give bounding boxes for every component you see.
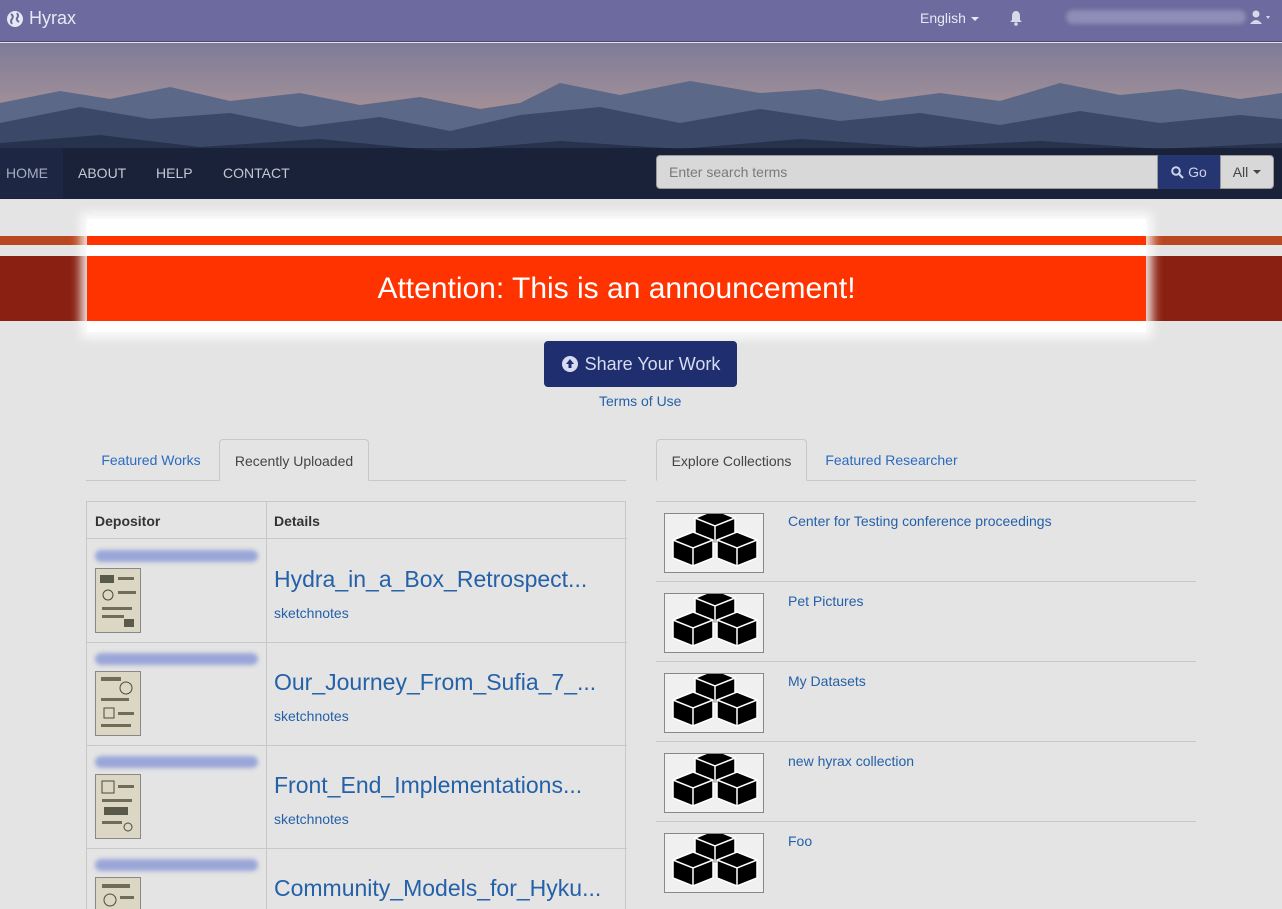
search-icon bbox=[1171, 165, 1184, 179]
cubes-icon[interactable] bbox=[664, 513, 764, 573]
column-divider bbox=[266, 502, 267, 909]
depositor-email-redacted[interactable] bbox=[95, 653, 258, 665]
table-row: Our_Journey_From_Sufia_7_... sketchnotes bbox=[87, 643, 627, 746]
collection-item: My Datasets bbox=[656, 661, 1196, 741]
tab-featured-researcher[interactable]: Featured Researcher bbox=[810, 439, 973, 481]
recent-uploads-table: Depositor Details Hydra_in_a_Box_Retrosp… bbox=[86, 501, 627, 909]
depositor-email-redacted[interactable] bbox=[95, 550, 258, 562]
table-row: Community_Models_for_Hyku... bbox=[87, 849, 627, 909]
depositor-header: Depositor bbox=[95, 513, 161, 529]
work-title-link[interactable]: Hydra_in_a_Box_Retrospect... bbox=[274, 566, 587, 593]
user-email-redacted[interactable] bbox=[1066, 10, 1246, 24]
work-thumbnail[interactable] bbox=[95, 671, 141, 736]
work-title-link[interactable]: Our_Journey_From_Sufia_7_... bbox=[274, 669, 596, 696]
nav-home[interactable]: HOME bbox=[0, 148, 63, 198]
announcement-stripe bbox=[87, 236, 1146, 245]
chevron-down-icon bbox=[970, 17, 979, 22]
search-scope-dropdown[interactable]: All bbox=[1220, 155, 1274, 189]
cubes-icon[interactable] bbox=[664, 753, 764, 813]
work-thumbnail[interactable] bbox=[95, 774, 141, 839]
globe-icon bbox=[7, 10, 23, 27]
details-header: Details bbox=[274, 513, 320, 529]
tab-featured-works[interactable]: Featured Works bbox=[86, 439, 216, 481]
collection-item: Pet Pictures bbox=[656, 581, 1196, 661]
collection-item: Center for Testing conference proceeding… bbox=[656, 501, 1196, 581]
collection-link[interactable]: Center for Testing conference proceeding… bbox=[788, 513, 1052, 529]
collection-link[interactable]: Foo bbox=[788, 833, 812, 849]
nav-about[interactable]: ABOUT bbox=[78, 148, 126, 198]
brand-name: Hyrax bbox=[29, 8, 77, 28]
work-keyword-link[interactable]: sketchnotes bbox=[274, 605, 349, 621]
language-dropdown[interactable]: English bbox=[920, 10, 979, 26]
chevron-down-icon bbox=[1253, 170, 1262, 174]
language-label: English bbox=[920, 10, 966, 26]
tab-recently-uploaded[interactable]: Recently Uploaded bbox=[219, 439, 369, 481]
share-label: Share Your Work bbox=[584, 353, 721, 374]
user-icon bbox=[1250, 10, 1270, 24]
work-title-link[interactable]: Front_End_Implementations... bbox=[274, 772, 582, 799]
go-label: Go bbox=[1188, 164, 1207, 180]
table-row: Hydra_in_a_Box_Retrospect... sketchnotes bbox=[87, 540, 627, 643]
table-row: Front_End_Implementations... sketchnotes bbox=[87, 746, 627, 849]
share-your-work-button[interactable]: Share Your Work bbox=[544, 341, 737, 387]
cubes-icon[interactable] bbox=[664, 673, 764, 733]
cubes-icon[interactable] bbox=[664, 833, 764, 893]
upload-icon bbox=[561, 356, 578, 372]
collection-item: new hyrax collection bbox=[656, 741, 1196, 821]
top-navbar: Hyrax English bbox=[0, 0, 1282, 42]
bell-icon[interactable] bbox=[1009, 10, 1023, 31]
nav-help[interactable]: HELP bbox=[156, 148, 193, 198]
table-header: Depositor Details bbox=[87, 502, 627, 539]
search-input[interactable]: Enter search terms bbox=[656, 155, 1158, 189]
work-thumbnail[interactable] bbox=[95, 877, 141, 909]
scope-label: All bbox=[1232, 164, 1249, 180]
brand-link[interactable]: Hyrax bbox=[6, 8, 76, 29]
work-keyword-link[interactable]: sketchnotes bbox=[274, 811, 349, 827]
depositor-email-redacted[interactable] bbox=[95, 859, 258, 871]
search-go-button[interactable]: Go bbox=[1158, 155, 1220, 189]
collection-item: Foo bbox=[656, 821, 1196, 901]
terms-of-use-link[interactable]: Terms of Use bbox=[599, 393, 681, 409]
announcement-message: Attention: This is an announcement! bbox=[87, 256, 1146, 321]
cubes-icon[interactable] bbox=[664, 593, 764, 653]
collection-link[interactable]: My Datasets bbox=[788, 673, 866, 689]
work-title-link[interactable]: Community_Models_for_Hyku... bbox=[274, 875, 601, 902]
collection-link[interactable]: new hyrax collection bbox=[788, 753, 914, 769]
collection-link[interactable]: Pet Pictures bbox=[788, 593, 863, 609]
nav-contact[interactable]: CONTACT bbox=[223, 148, 290, 198]
user-menu[interactable] bbox=[1250, 10, 1274, 29]
work-thumbnail[interactable] bbox=[95, 568, 141, 633]
depositor-email-redacted[interactable] bbox=[95, 756, 258, 768]
work-keyword-link[interactable]: sketchnotes bbox=[274, 708, 349, 724]
tab-explore-collections[interactable]: Explore Collections bbox=[656, 439, 807, 481]
